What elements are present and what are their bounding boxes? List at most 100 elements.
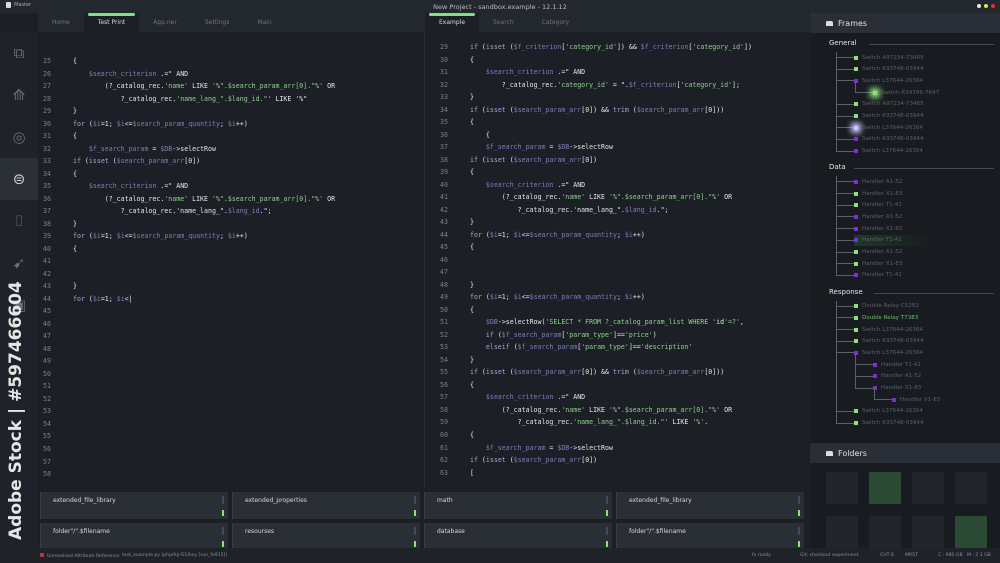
code-line: 38 if (isset ($search_param_arr[0]) <box>440 154 810 167</box>
tree-node[interactable]: Double Relay T7383 <box>854 312 918 323</box>
status-fx[interactable]: fx ready <box>752 553 771 558</box>
code-text: { <box>470 243 474 252</box>
code-text: if (isset ($search_param_arr[0]) && trim… <box>470 368 725 377</box>
module-indicator <box>414 510 416 516</box>
tree-node[interactable]: Switch A97234-73465 <box>854 99 924 110</box>
window-dot-0[interactable] <box>977 4 981 8</box>
tree-node[interactable]: Handler A1-52 <box>854 176 902 187</box>
status-file[interactable]: test_example.py (php/hp-D1/key [run_fe91… <box>122 553 227 558</box>
module-card[interactable]: extended_file_library <box>40 492 228 519</box>
window-dot-2[interactable] <box>991 4 995 8</box>
status-branch[interactable]: Git: checkout experiment <box>800 553 858 558</box>
tab-app-ner[interactable]: App.ner <box>139 13 191 32</box>
tree-connector <box>836 329 854 330</box>
status-mode: MRST <box>905 553 918 558</box>
tree-node[interactable]: Switch L37644-26304 <box>854 406 923 417</box>
module-card[interactable]: database <box>424 523 612 550</box>
database-icon[interactable]: ⊜ <box>0 158 38 200</box>
tree-node[interactable]: Switch K93748-03944 <box>854 336 924 347</box>
code-line: 32 $f_search_param = $DB->selectRow <box>43 143 424 156</box>
module-card[interactable]: extended_file_library <box>616 492 804 519</box>
line-number: 44 <box>43 294 51 303</box>
tab-example[interactable]: Example <box>425 13 480 32</box>
frames-header[interactable]: Frames <box>810 13 1000 33</box>
module-bar <box>414 496 416 504</box>
folder-tile[interactable] <box>869 516 901 548</box>
folder-tile[interactable] <box>912 472 944 504</box>
tree-node[interactable]: Switch K93748-03944 <box>854 111 924 122</box>
folder-tile[interactable] <box>826 516 858 548</box>
line-number: 50 <box>440 305 448 314</box>
tree-node-label: Handler T1-41 <box>862 272 902 279</box>
tree-node[interactable]: Switch R34786-7647 <box>873 87 939 98</box>
module-card[interactable]: folder"/".$filename <box>40 523 228 550</box>
tree-node[interactable]: Handler T1-41 <box>873 359 921 370</box>
line-number: 40 <box>43 244 51 253</box>
tab-category[interactable]: Category <box>528 13 583 32</box>
tree-connector <box>836 216 854 218</box>
tree-node[interactable]: Switch A97234-73465 <box>854 52 924 63</box>
tree-node[interactable]: Double Relay C5282 <box>854 301 919 312</box>
code-line: 37 $f_search_param = $DB->selectRow <box>440 141 810 154</box>
target-icon[interactable]: ◎ <box>0 116 38 158</box>
tree-node[interactable]: Handler X1-83 <box>892 394 940 405</box>
tree-node[interactable]: Handler X1-83 <box>854 223 902 234</box>
folder-tile[interactable] <box>912 516 944 548</box>
module-card[interactable]: math <box>424 492 612 519</box>
tab-search[interactable]: Search <box>479 13 528 32</box>
tree-node[interactable]: Handler A1-52 <box>854 247 902 258</box>
tree-branch-line <box>855 364 856 377</box>
tree-node[interactable]: Handler T1-41 <box>854 270 902 281</box>
tree-node[interactable]: Handler A1-52 <box>873 371 921 382</box>
layers-icon[interactable]: ⧉ <box>0 32 38 74</box>
tree-node[interactable]: Switch K93748-03944 <box>854 418 924 429</box>
tree-node-label: Handler A1-52 <box>862 213 903 220</box>
line-number: 28 <box>43 94 51 103</box>
tree-node[interactable]: Switch K93748-03944 <box>854 134 924 145</box>
tree-node[interactable]: Switch K93748-03944 <box>854 64 924 75</box>
tab-settings[interactable]: Settings <box>191 13 244 32</box>
tree-node[interactable]: Switch L37644-26304 <box>854 122 923 133</box>
folder-tile[interactable] <box>826 472 858 504</box>
folder-tile[interactable] <box>869 472 901 504</box>
cursor-icon[interactable]: ➹ <box>0 242 38 284</box>
folder-tile[interactable] <box>955 472 987 504</box>
line-number: 56 <box>43 444 51 453</box>
left-code-editor[interactable]: 25{26 $search_criterion .=" AND 27 (?_cat… <box>38 32 424 488</box>
network-icon[interactable]: ⟰ <box>0 74 38 116</box>
tree-connector <box>874 399 892 401</box>
module-card[interactable]: extended_properties <box>232 492 420 519</box>
code-text: ?_catalog_rec.'name_lang_".$lang_id."' L… <box>470 418 709 427</box>
tree-node[interactable]: Switch L37644-26304 <box>854 324 923 335</box>
tree-node[interactable]: Switch L37644-26304 <box>854 75 923 86</box>
tree-node[interactable]: Switch L37644-26304 <box>854 347 923 358</box>
right-code-editor[interactable]: 29 if (isset ($f_criterion['category_id']… <box>425 32 810 488</box>
tree-node[interactable]: Handler A1-52 <box>854 211 902 222</box>
tree-section-data[interactable]: Data <box>829 163 846 171</box>
tree-section-response[interactable]: Response <box>829 288 863 296</box>
bracket-icon[interactable]: ⌷ <box>0 200 38 242</box>
tab-home[interactable]: Home <box>38 13 84 32</box>
tree-connector <box>836 274 854 276</box>
module-card[interactable]: resourses <box>232 523 420 550</box>
line-number: 42 <box>43 269 51 278</box>
status-error[interactable]: Unresolved Attribute Reference <box>40 553 119 559</box>
tree-connector <box>836 422 854 424</box>
tree-node[interactable]: Switch L37644-26304 <box>854 146 923 157</box>
green-status-dot <box>854 304 858 309</box>
tab-test-print[interactable]: Test Print <box>83 13 140 32</box>
tree-node[interactable]: Handler X1-83 <box>854 258 902 269</box>
module-card[interactable]: folder"/".$filename <box>616 523 804 550</box>
window-controls[interactable] <box>977 4 995 8</box>
tree-node[interactable]: Handler T1-41 <box>854 234 932 246</box>
tree-section-general[interactable]: General <box>829 39 857 47</box>
tab-main[interactable]: Main <box>243 13 285 32</box>
tree-node[interactable]: Handler X1-83 <box>854 188 902 199</box>
module-bar <box>606 527 608 535</box>
tree-node[interactable]: Handler X1-83 <box>873 383 921 394</box>
tree-node[interactable]: Handler T1-41 <box>854 200 902 211</box>
status-encoding[interactable]: CHT 8 <box>880 553 894 558</box>
window-dot-1[interactable] <box>984 4 988 8</box>
code-text: ?_catalog_rec.'name_lang_".$lang_id."; <box>73 207 272 216</box>
folder-tile[interactable] <box>955 516 987 548</box>
